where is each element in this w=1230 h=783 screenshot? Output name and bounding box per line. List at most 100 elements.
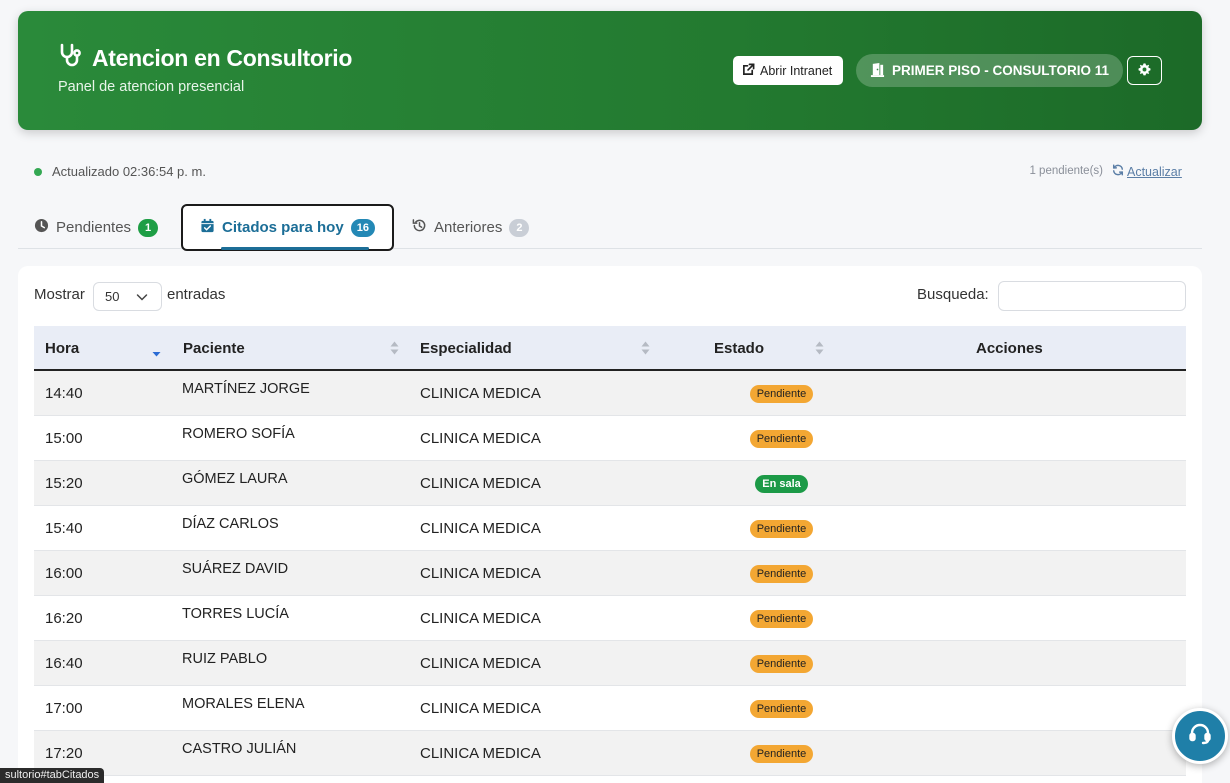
table-row[interactable]: 16:40 RUIZ PABLO CLINICA MEDICA Pendiente [34,641,1186,686]
tab-pendientes-count: 1 [138,218,159,237]
column-header-hora[interactable]: Hora [45,326,171,371]
status-badge: Pendiente [749,654,814,673]
tab-anteriores-count: 2 [509,218,530,237]
tab-anteriores[interactable]: Anteriores 2 [412,206,530,249]
cell-paciente: CASTRO JULIÁN [182,741,297,757]
column-header-estado[interactable]: Estado [714,326,834,371]
cell-acciones [934,461,1134,506]
sort-desc-icon [152,352,161,357]
cell-estado: Pendiente [714,731,849,776]
cell-hora: 17:00 [45,700,83,717]
table-row[interactable]: 15:00 ROMERO SOFÍA CLINICA MEDICA Pendiente [34,416,1186,461]
table-row[interactable]: 16:20 TORRES LUCÍA CLINICA MEDICA Pendiente [34,596,1186,641]
table-row[interactable]: 15:20 GÓMEZ LAURA CLINICA MEDICA En sala [34,461,1186,506]
table-row[interactable]: 15:40 DÍAZ CARLOS CLINICA MEDICA Pendiente [34,506,1186,551]
cell-acciones [934,641,1134,686]
table-row[interactable]: 16:00 SUÁREZ DAVID CLINICA MEDICA Pendiente [34,551,1186,596]
refresh-link[interactable]: Actualizar [1112,164,1182,179]
cell-paciente: MARTÍNEZ JORGE [182,381,310,397]
column-header-paciente[interactable]: Paciente [183,326,403,371]
settings-button[interactable] [1127,56,1162,85]
room-badge: PRIMER PISO - CONSULTORIO 11 [856,54,1124,87]
sort-icon [641,341,650,355]
column-header-hora-label: Hora [45,340,80,357]
open-intranet-label: Abrir Intranet [760,63,833,78]
open-intranet-button[interactable]: Abrir Intranet [733,56,844,85]
table-row[interactable]: 14:40 MARTÍNEZ JORGE CLINICA MEDICA Pendien… [34,371,1186,416]
cell-estado: Pendiente [714,686,849,731]
cell-paciente: MORALES ELENA [182,696,305,712]
gear-icon [1138,62,1151,79]
cell-hora: 16:20 [45,610,83,627]
cell-paciente: RUIZ PABLO [182,651,268,667]
history-icon [412,218,427,237]
entries-per-page-select[interactable]: 50 [93,282,162,311]
status-badge: En sala [755,474,808,493]
search-input[interactable] [998,281,1186,311]
last-updated-text: Actualizado 02:36:54 p. m. [52,164,206,179]
sort-icon [815,341,824,355]
cell-especialidad: CLINICA MEDICA [420,610,541,627]
cell-paciente: ROMERO SOFÍA [182,426,295,442]
cell-acciones [934,371,1134,416]
table-header: Hora Paciente Especialidad Estado Accion… [34,326,1186,371]
header-banner: Atencion en Consultorio Panel de atencio… [18,11,1202,130]
search-label: Busqueda: [917,286,989,303]
cell-hora: 15:40 [45,520,83,537]
cell-paciente: SUÁREZ DAVID [182,561,289,577]
column-header-especialidad[interactable]: Especialidad [420,326,650,371]
cell-acciones [934,686,1134,731]
status-badge: Pendiente [749,744,814,763]
pending-count-text: 1 pendiente(s) [1029,165,1103,177]
status-badge: Pendiente [749,519,814,538]
status-badge: Pendiente [749,384,814,403]
status-bar-url: sultorio#tabCitados [0,768,105,783]
door-icon [870,62,885,80]
tab-pendientes[interactable]: Pendientes 1 [34,206,159,249]
external-link-icon [742,63,755,79]
cell-estado: Pendiente [714,551,849,596]
cell-especialidad: CLINICA MEDICA [420,430,541,447]
refresh-label: Actualizar [1127,164,1182,179]
cell-acciones [934,731,1134,776]
cell-acciones [934,596,1134,641]
cell-hora: 16:40 [45,655,83,672]
cell-especialidad: CLINICA MEDICA [420,700,541,717]
column-header-paciente-label: Paciente [183,340,245,357]
status-badge: Pendiente [749,699,814,718]
table-row[interactable]: 17:00 MORALES ELENA CLINICA MEDICA Pendient… [34,686,1186,731]
live-status-dot [34,168,42,176]
cell-estado: Pendiente [714,641,849,686]
column-header-acciones: Acciones [976,326,1096,371]
status-badge: Pendiente [749,609,814,628]
tab-citados-count: 16 [350,218,375,237]
column-header-acciones-label: Acciones [976,340,1043,357]
cell-estado: Pendiente [714,596,849,641]
cell-paciente: GÓMEZ LAURA [182,471,288,487]
cell-acciones [934,506,1134,551]
cell-acciones [934,551,1134,596]
cell-acciones [934,416,1134,461]
cell-especialidad: CLINICA MEDICA [420,475,541,492]
calendar-check-icon [200,218,215,237]
help-chat-button[interactable] [1172,708,1228,764]
entries-per-page-value: 50 [105,289,120,304]
active-tab-indicator [221,247,369,250]
appointments-table: Hora Paciente Especialidad Estado Accion… [34,326,1186,776]
entries-label: entradas [167,286,226,303]
tab-pendientes-label: Pendientes [56,219,132,236]
cell-hora: 15:00 [45,430,83,447]
cell-hora: 16:00 [45,565,83,582]
clock-icon [34,218,49,237]
cell-hora: 15:20 [45,475,83,492]
status-badge: Pendiente [749,429,814,448]
tab-citados-para-hoy[interactable]: Citados para hoy 16 [181,204,394,251]
tab-citados-label: Citados para hoy [222,219,344,236]
cell-estado: Pendiente [714,506,849,551]
page-title: Atencion en Consultorio [58,42,352,74]
table-row[interactable]: 17:20 CASTRO JULIÁN CLINICA MEDICA Pendient… [34,731,1186,776]
cell-especialidad: CLINICA MEDICA [420,520,541,537]
cell-especialidad: CLINICA MEDICA [420,565,541,582]
page-title-text: Atencion en Consultorio [92,44,353,71]
cell-estado: Pendiente [714,416,849,461]
